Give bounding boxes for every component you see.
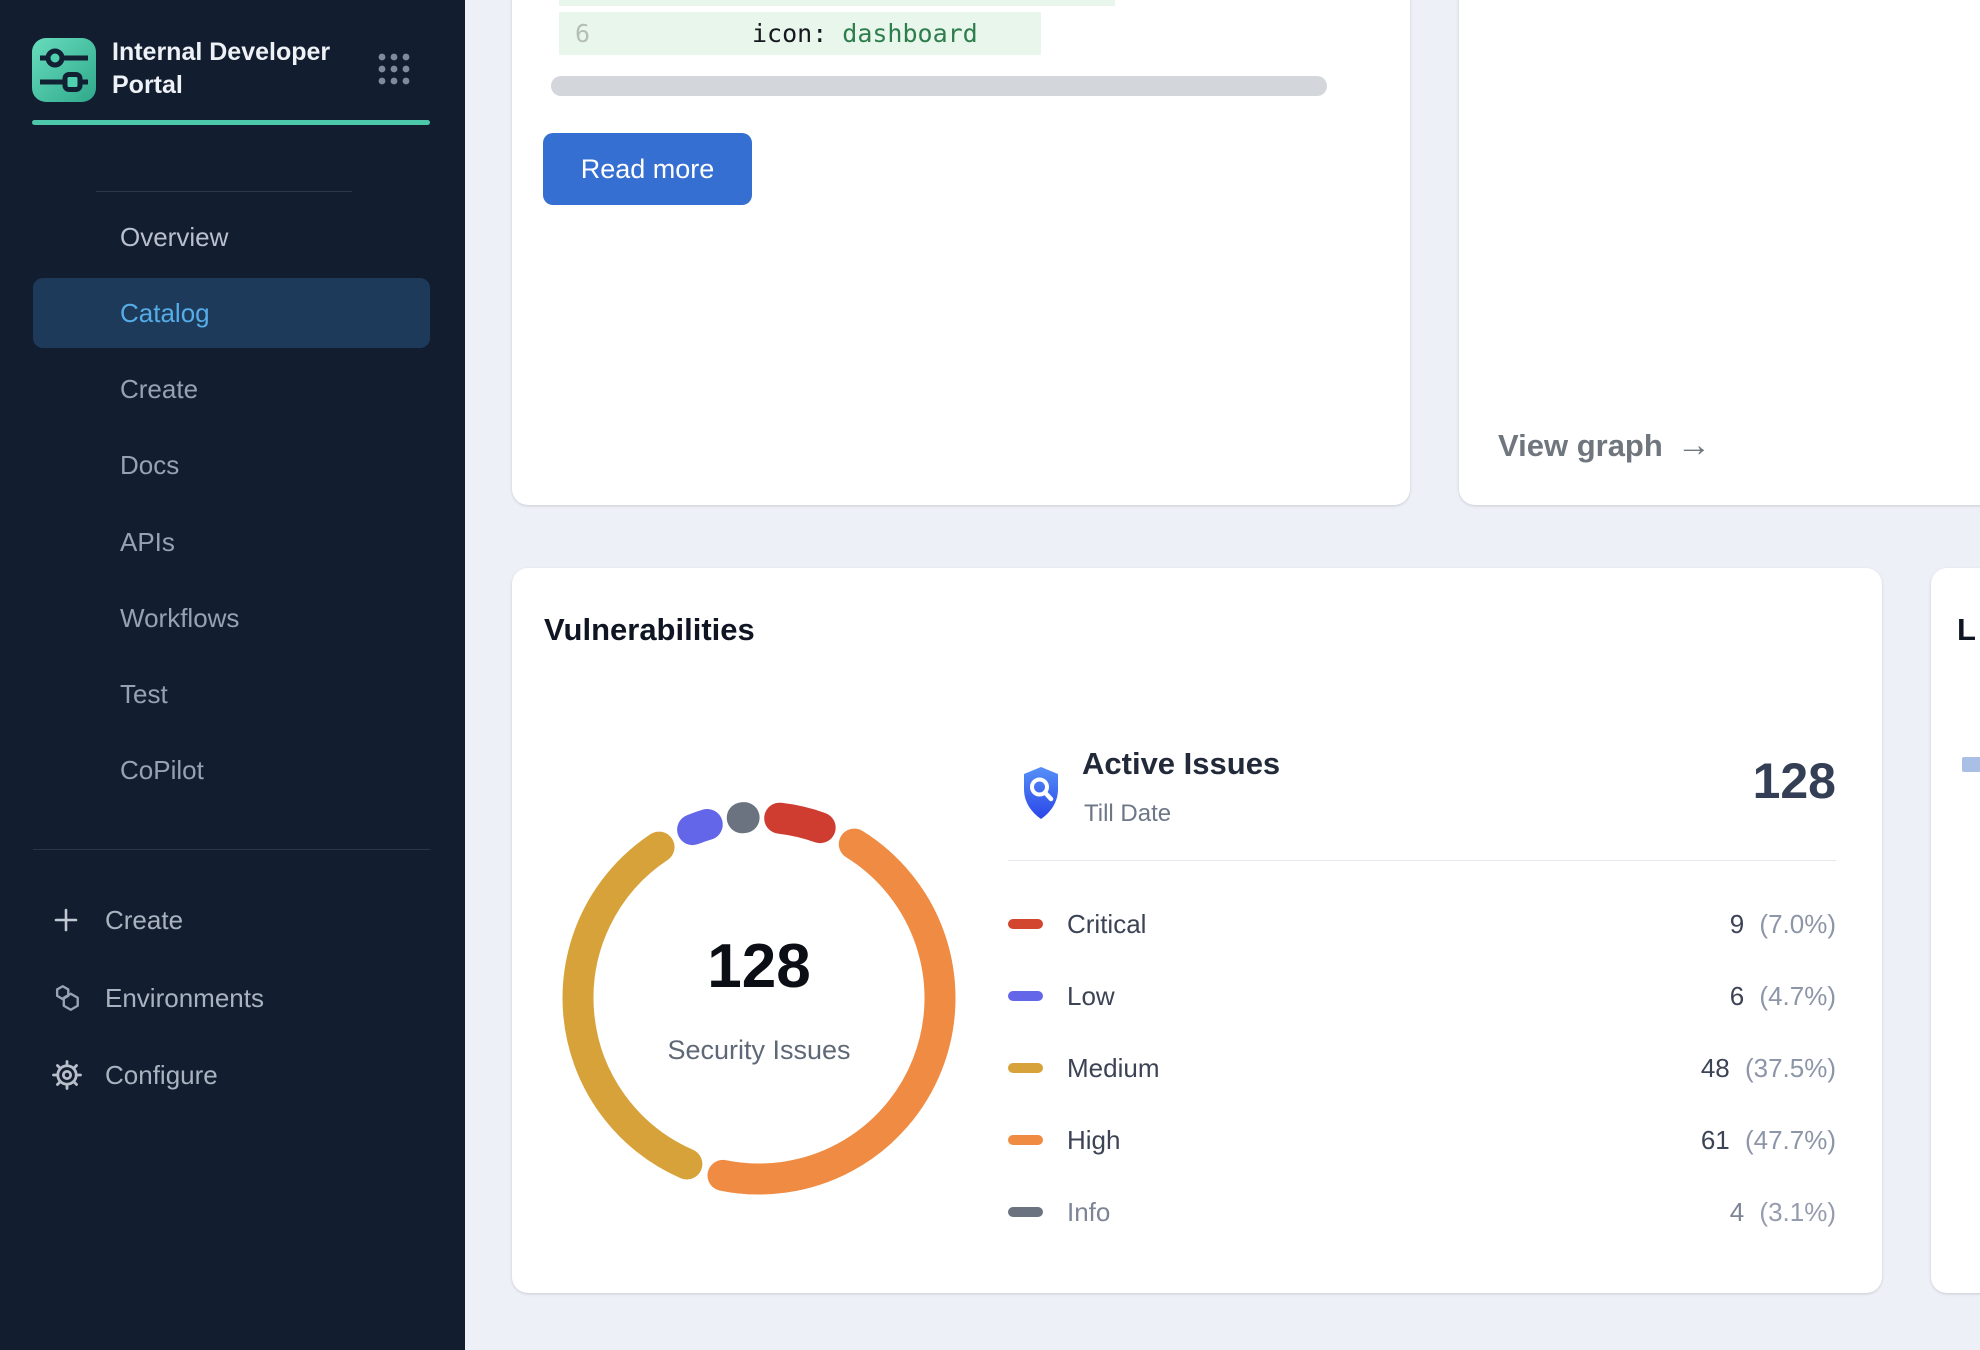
severity-color-swatch [1008, 1135, 1043, 1145]
active-issues-title: Active Issues [1082, 746, 1280, 782]
legend-row-low: Low 6 (4.7%) [1008, 960, 1836, 1032]
plus-icon [52, 906, 80, 934]
severity-count: 9 [1730, 909, 1744, 939]
sidebar-item-label: CoPilot [120, 755, 204, 786]
donut-segment-critical [780, 818, 821, 827]
sidebar-item-label: Catalog [120, 298, 210, 329]
sidebar-item-label: Docs [120, 450, 179, 481]
sidebar-item-docs[interactable]: Docs [33, 430, 430, 500]
app-switcher-grid-icon[interactable] [377, 52, 411, 91]
severity-legend: Critical 9 (7.0%) Low 6 (4.7%) Medium 48 (37.… [1008, 888, 1836, 1248]
code-snippet-card: 6 icon: dashboard Read more [512, 0, 1410, 505]
legend-row-high: High 61 (47.7%) [1008, 1104, 1836, 1176]
severity-count: 6 [1730, 981, 1744, 1011]
view-graph-link[interactable]: View graph → [1498, 426, 1711, 465]
severity-percentage: (4.7%) [1752, 981, 1836, 1011]
app-logo-icon [32, 38, 96, 107]
partial-right-card: L [1931, 568, 1980, 1293]
vulnerabilities-title: Vulnerabilities [544, 612, 755, 648]
code-yaml-key: icon: [752, 19, 827, 48]
code-line-5-highlight [559, 0, 1115, 6]
donut-segment-medium [578, 847, 687, 1164]
sidebar-accent-rule [32, 120, 430, 125]
sidebar-divider-top [96, 191, 352, 192]
sidebar-footer-create[interactable]: Create [0, 888, 465, 952]
sidebar-item-workflows[interactable]: Workflows [33, 583, 430, 653]
sidebar-item-apis[interactable]: APIs [33, 507, 430, 577]
gear-icon [52, 1060, 82, 1090]
partial-card-title: L [1957, 612, 1976, 648]
donut-center-label: Security Issues [544, 1035, 974, 1066]
shield-search-icon [1020, 765, 1062, 826]
sidebar-item-label: Create [120, 374, 198, 405]
sidebar-footer-environments[interactable]: Environments [0, 966, 465, 1030]
arrow-right-icon: → [1677, 426, 1711, 465]
sidebar-item-create[interactable]: Create [33, 354, 430, 424]
sidebar-footer-label: Create [105, 905, 183, 936]
active-issues-total: 128 [1612, 752, 1836, 810]
severity-label: Medium [1067, 1053, 1159, 1084]
sidebar-footer-configure[interactable]: Configure [0, 1043, 465, 1107]
sidebar-item-label: APIs [120, 527, 175, 558]
active-issues-subtitle: Till Date [1084, 800, 1171, 828]
sidebar-item-copilot[interactable]: CoPilot [33, 735, 430, 805]
severity-color-swatch [1008, 919, 1043, 929]
severity-count: 48 [1701, 1053, 1730, 1083]
donut-segment-high [723, 844, 940, 1179]
sidebar-divider-bottom [33, 849, 430, 850]
severity-percentage: (37.5%) [1738, 1053, 1836, 1083]
sidebar: Internal Developer Portal Overview Catalo… [0, 0, 465, 1350]
code-line-6: 6 icon: dashboard [559, 12, 1041, 55]
view-graph-label: View graph [1498, 428, 1663, 464]
severity-count: 61 [1701, 1125, 1730, 1155]
read-more-button[interactable]: Read more [543, 133, 752, 205]
sidebar-item-label: Overview [120, 222, 228, 253]
donut-segment-low [693, 825, 708, 830]
summary-divider [1008, 860, 1836, 861]
sidebar-footer-label: Environments [105, 983, 264, 1014]
sidebar-item-catalog[interactable]: Catalog [33, 278, 430, 348]
code-line-number: 6 [575, 19, 605, 48]
donut-total-value: 128 [544, 931, 974, 1002]
sidebar-item-overview[interactable]: Overview [33, 202, 430, 272]
hexagons-icon [52, 983, 82, 1013]
severity-label: Critical [1067, 909, 1146, 940]
sidebar-item-label: Workflows [120, 603, 239, 634]
vulnerabilities-card: Vulnerabilities 128 Security Issues Acti… [512, 568, 1882, 1293]
code-horizontal-scrollbar[interactable] [551, 76, 1327, 96]
legend-row-info: Info 4 (3.1%) [1008, 1176, 1836, 1248]
app-root: Internal Developer Portal Overview Catalo… [0, 0, 1980, 1350]
partial-bar-chart-bar [1962, 757, 1980, 772]
graph-card: View graph → [1459, 0, 1980, 505]
code-yaml-value: dashboard [842, 19, 977, 48]
severity-percentage: (3.1%) [1752, 1197, 1836, 1227]
severity-color-swatch [1008, 1063, 1043, 1073]
severity-label: Info [1067, 1197, 1110, 1228]
severity-color-swatch [1008, 991, 1043, 1001]
sidebar-item-label: Test [120, 679, 168, 710]
legend-row-critical: Critical 9 (7.0%) [1008, 888, 1836, 960]
sidebar-footer-label: Configure [105, 1060, 218, 1091]
security-issues-donut-chart: 128 Security Issues [544, 783, 974, 1213]
severity-percentage: (7.0%) [1752, 909, 1836, 939]
severity-label: Low [1067, 981, 1115, 1012]
severity-count: 4 [1730, 1197, 1744, 1227]
app-title: Internal Developer Portal [112, 36, 352, 102]
severity-label: High [1067, 1125, 1120, 1156]
severity-color-swatch [1008, 1207, 1043, 1217]
sidebar-item-test[interactable]: Test [33, 659, 430, 729]
legend-row-medium: Medium 48 (37.5%) [1008, 1032, 1836, 1104]
severity-percentage: (47.7%) [1738, 1125, 1836, 1155]
